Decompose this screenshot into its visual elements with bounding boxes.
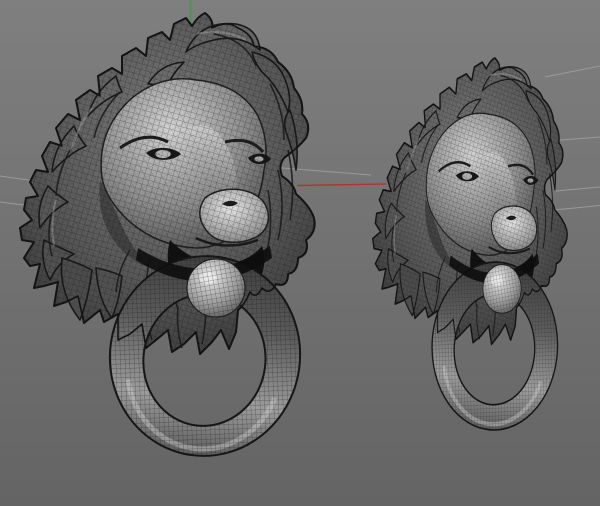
application-window [0,0,600,506]
viewport-3d[interactable] [0,0,600,506]
grid-line [276,168,371,176]
grid-line [545,66,600,77]
viewport-canvas[interactable] [0,0,600,506]
model-lion-head-knocker-small[interactable] [373,58,567,440]
grid-line [554,206,600,211]
world-x-axis-line [297,184,386,186]
model-lion-head-knocker-large[interactable] [20,13,315,468]
grid-line [556,187,600,191]
